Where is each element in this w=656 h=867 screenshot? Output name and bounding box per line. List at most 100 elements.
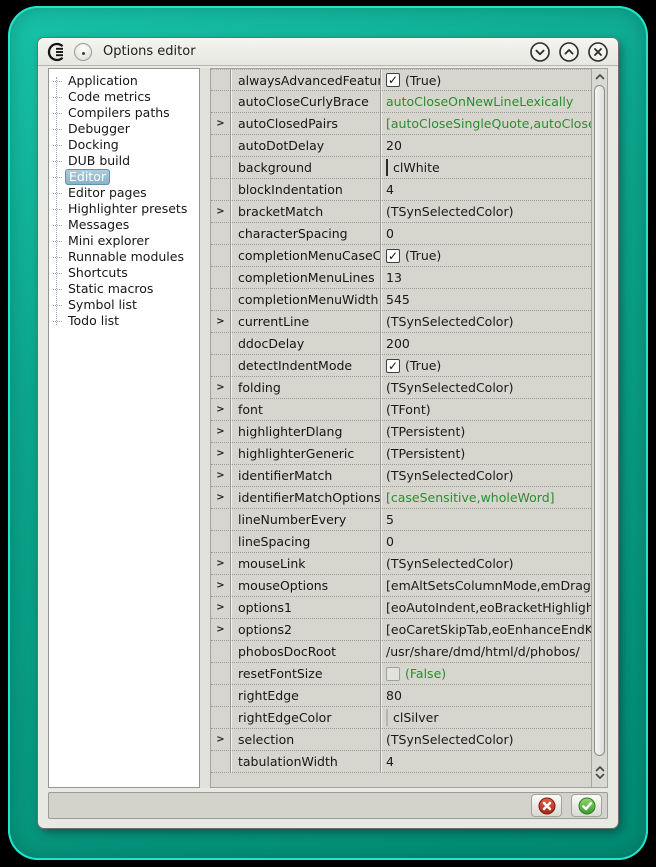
property-value[interactable]: (TSynSelectedColor) [381,311,591,332]
row-expander[interactable]: > [211,113,231,134]
maximize-button[interactable] [558,41,580,63]
property-row-phobosDocRoot[interactable]: phobosDocRoot /usr/share/dmd/html/d/phob… [211,641,591,663]
property-value[interactable]: ✓ (True) [381,245,591,266]
property-row-identifierMatch[interactable]: > identifierMatch (TSynSelectedColor) [211,465,591,487]
row-expander[interactable] [211,223,231,244]
row-expander[interactable]: > [211,487,231,508]
property-row-ddocDelay[interactable]: ddocDelay 200 [211,333,591,355]
category-tree[interactable]: Application Code metrics Compilers paths… [48,68,200,788]
property-value[interactable]: (TSynSelectedColor) [381,729,591,750]
row-expander[interactable]: > [211,597,231,618]
scroll-up-icon[interactable] [595,765,605,772]
property-value[interactable]: (TPersistent) [381,443,591,464]
checkbox-checked[interactable]: ✓ [386,73,400,87]
property-value[interactable]: ✓ (True) [381,355,591,376]
property-value[interactable]: [caseSensitive,wholeWord] [381,487,591,508]
sidebar-item-shortcuts[interactable]: Shortcuts [49,265,199,281]
row-expander[interactable]: > [211,619,231,640]
row-expander[interactable] [211,751,231,772]
row-expander[interactable] [211,289,231,310]
sidebar-item-mini-explorer[interactable]: Mini explorer [49,233,199,249]
property-value[interactable]: clWhite [381,157,591,178]
sidebar-item-debugger[interactable]: Debugger [49,121,199,137]
row-expander[interactable]: > [211,729,231,750]
property-row-detectIndentMode[interactable]: detectIndentMode ✓ (True) [211,355,591,377]
property-value[interactable]: ✓ (True) [381,70,591,90]
property-value[interactable]: /usr/share/dmd/html/d/phobos/ [381,641,591,662]
row-expander[interactable]: > [211,443,231,464]
property-row-completionMenuCaseCare[interactable]: completionMenuCaseCare ✓ (True) [211,245,591,267]
property-row-folding[interactable]: > folding (TSynSelectedColor) [211,377,591,399]
property-value[interactable]: 80 [381,685,591,706]
property-row-lineNumberEvery[interactable]: lineNumberEvery 5 [211,509,591,531]
property-value[interactable]: [autoCloseSingleQuote,autoCloseD [381,113,591,134]
property-row-completionMenuWidth[interactable]: completionMenuWidth 545 [211,289,591,311]
row-expander[interactable] [211,333,231,354]
property-value[interactable]: (TPersistent) [381,421,591,442]
splitter[interactable] [200,68,210,788]
row-expander[interactable] [211,641,231,662]
scroll-down-icon[interactable] [595,773,605,780]
row-expander[interactable]: > [211,575,231,596]
property-row-rightEdge[interactable]: rightEdge 80 [211,685,591,707]
property-row-characterSpacing[interactable]: characterSpacing 0 [211,223,591,245]
property-row-mouseLink[interactable]: > mouseLink (TSynSelectedColor) [211,553,591,575]
sidebar-item-compilers-paths[interactable]: Compilers paths [49,105,199,121]
property-row-background[interactable]: background clWhite [211,157,591,179]
sidebar-item-highlighter-presets[interactable]: Highlighter presets [49,201,199,217]
row-expander[interactable]: > [211,553,231,574]
property-row-autoClosedPairs[interactable]: > autoClosedPairs [autoCloseSingleQuote,… [211,113,591,135]
sidebar-item-messages[interactable]: Messages [49,217,199,233]
close-button[interactable] [587,41,609,63]
row-expander[interactable] [211,531,231,552]
property-value[interactable]: [eoAutoIndent,eoBracketHighlight [381,597,591,618]
property-value[interactable]: 0 [381,531,591,552]
property-value[interactable]: clSilver [381,707,591,728]
sidebar-item-dub-build[interactable]: DUB build [49,153,199,169]
property-value[interactable]: (TSynSelectedColor) [381,465,591,486]
property-value[interactable]: autoCloseOnNewLineLexically [381,91,591,112]
row-expander[interactable]: > [211,465,231,486]
property-row-highlighterDlang[interactable]: > highlighterDlang (TPersistent) [211,421,591,443]
property-row-font[interactable]: > font (TFont) [211,399,591,421]
row-expander[interactable] [211,179,231,200]
color-swatch[interactable] [386,709,388,726]
property-row-selection[interactable]: > selection (TSynSelectedColor) [211,729,591,751]
row-expander[interactable]: > [211,377,231,398]
property-row-tabulationWidth[interactable]: tabulationWidth 4 [211,751,591,773]
property-row-bracketMatch[interactable]: > bracketMatch (TSynSelectedColor) [211,201,591,223]
property-value[interactable]: (False) [381,663,591,684]
sidebar-item-todo-list[interactable]: Todo list [49,313,199,329]
sidebar-item-application[interactable]: Application [49,73,199,89]
property-value[interactable]: (TFont) [381,399,591,420]
property-row-blockIndentation[interactable]: blockIndentation 4 [211,179,591,201]
checkbox-checked[interactable]: ✓ [386,249,400,263]
property-row-mouseOptions[interactable]: > mouseOptions [emAltSetsColumnMode,emDr… [211,575,591,597]
property-value[interactable]: 13 [381,267,591,288]
cancel-button[interactable] [531,794,562,817]
property-value[interactable]: (TSynSelectedColor) [381,201,591,222]
sidebar-item-docking[interactable]: Docking [49,137,199,153]
property-row-rightEdgeColor[interactable]: rightEdgeColor clSilver [211,707,591,729]
row-expander[interactable] [211,135,231,156]
property-row-options1[interactable]: > options1 [eoAutoIndent,eoBracketHighli… [211,597,591,619]
property-row-autoDotDelay[interactable]: autoDotDelay 20 [211,135,591,157]
checkbox-unchecked[interactable] [386,667,400,681]
scroll-up-button[interactable] [592,69,607,84]
property-row-completionMenuLines[interactable]: completionMenuLines 13 [211,267,591,289]
row-expander[interactable] [211,245,231,266]
color-swatch[interactable] [386,159,388,176]
ok-button[interactable] [571,794,602,817]
row-expander[interactable]: > [211,421,231,442]
row-expander[interactable] [211,663,231,684]
property-row-resetFontSize[interactable]: resetFontSize (False) [211,663,591,685]
property-value[interactable]: 545 [381,289,591,310]
row-expander[interactable] [211,707,231,728]
property-row-lineSpacing[interactable]: lineSpacing 0 [211,531,591,553]
row-expander[interactable]: > [211,311,231,332]
sidebar-item-code-metrics[interactable]: Code metrics [49,89,199,105]
row-expander[interactable] [211,91,231,112]
window-menu-button[interactable] [74,43,92,61]
property-row-currentLine[interactable]: > currentLine (TSynSelectedColor) [211,311,591,333]
property-row-highlighterGeneric[interactable]: > highlighterGeneric (TPersistent) [211,443,591,465]
